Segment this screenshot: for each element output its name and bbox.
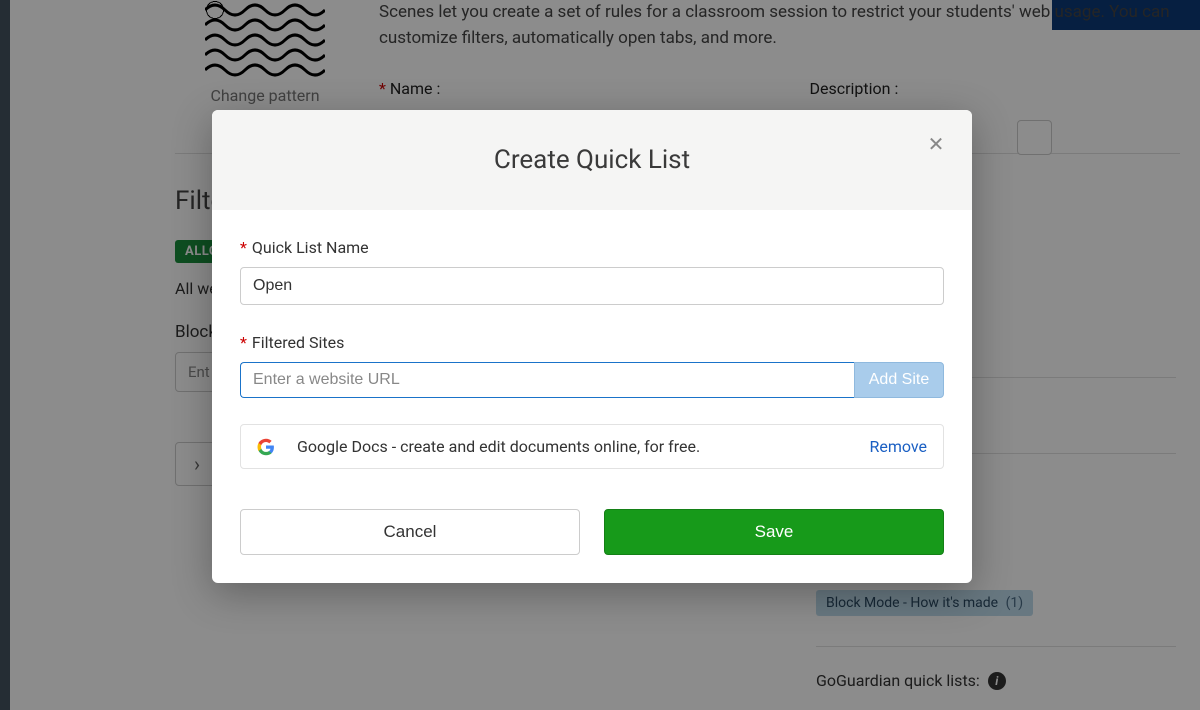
save-button[interactable]: Save (604, 509, 944, 555)
quick-list-name-input[interactable] (240, 267, 944, 305)
remove-site-link[interactable]: Remove (869, 437, 927, 456)
filtered-site-row: Google Docs - create and edit documents … (240, 424, 944, 469)
cancel-button[interactable]: Cancel (240, 509, 580, 555)
close-button[interactable]: ✕ (922, 130, 950, 158)
create-quick-list-modal: Create Quick List ✕ *Quick List Name *Fi… (212, 110, 972, 583)
add-site-button[interactable]: Add Site (854, 362, 944, 398)
google-icon (257, 438, 275, 456)
close-icon: ✕ (928, 132, 945, 156)
quick-list-name-label: Quick List Name (252, 238, 369, 257)
filtered-sites-label: Filtered Sites (252, 333, 344, 352)
filtered-sites-url-input[interactable] (240, 362, 854, 398)
modal-title: Create Quick List (494, 145, 690, 175)
filtered-site-title: Google Docs - create and edit documents … (297, 437, 869, 456)
